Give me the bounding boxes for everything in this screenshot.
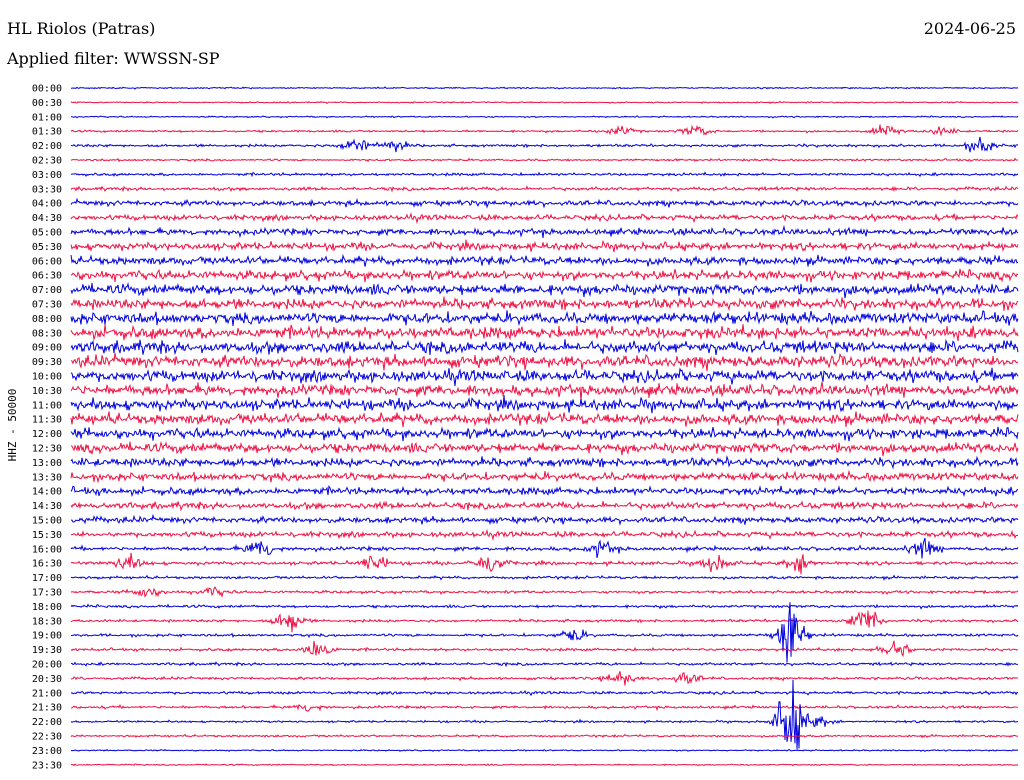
trace-line [70, 197, 1019, 209]
trace-line [70, 733, 1019, 739]
trace-time-label: 21:30 [32, 703, 62, 714]
trace-time-label: 10:30 [32, 386, 62, 397]
trace-line [70, 309, 1019, 327]
trace-time-label: 03:00 [32, 170, 62, 181]
trace-time-label: 23:30 [32, 760, 62, 771]
trace-time-label: 05:30 [32, 242, 62, 253]
trace-line [71, 86, 1019, 90]
trace-line [70, 171, 1019, 178]
trace-time-label: 18:00 [32, 602, 62, 613]
trace-line [70, 268, 1019, 283]
trace-time-label: 15:30 [32, 530, 62, 541]
trace-line [70, 282, 1019, 299]
trace-line [70, 469, 1019, 484]
trace-time-label: 11:00 [32, 400, 62, 411]
trace-time-label: 17:00 [32, 573, 62, 584]
trace-time-label: 16:00 [32, 544, 62, 555]
trace-time-label: 07:00 [32, 285, 62, 296]
trace-line [70, 748, 1019, 753]
trace-time-label: 14:30 [32, 501, 62, 512]
trace-line [70, 586, 1019, 599]
trace-line [70, 115, 1019, 119]
trace-line [70, 679, 1019, 750]
channel-axis-label: HHZ - 50000 [6, 389, 19, 462]
trace-time-label: 04:00 [32, 199, 62, 210]
trace-time-label: 19:00 [32, 631, 62, 642]
trace-time-label: 22:30 [32, 732, 62, 743]
trace-line [70, 239, 1019, 253]
trace-time-label: 08:30 [32, 328, 62, 339]
trace-line [70, 212, 1019, 225]
trace-time-label: 03:30 [32, 184, 62, 195]
trace-line [70, 552, 1019, 575]
trace-time-label: 12:30 [32, 444, 62, 455]
trace-time-label: 19:30 [32, 645, 62, 656]
trace-time-label: 20:00 [32, 660, 62, 671]
trace-line [70, 426, 1019, 442]
trace-line [70, 703, 1019, 712]
trace-line [70, 100, 1019, 105]
trace-line [71, 513, 1019, 526]
trace-time-label: 00:30 [32, 98, 62, 109]
trace-time-label: 17:30 [32, 588, 62, 599]
trace-line [70, 136, 1019, 153]
trace-time-label: 11:30 [32, 415, 62, 426]
trace-line [70, 324, 1019, 342]
trace-time-label: 13:00 [32, 458, 62, 469]
trace-line [70, 537, 1019, 559]
trace-time-label: 04:30 [32, 213, 62, 224]
trace-time-label: 14:00 [32, 487, 62, 498]
trace-line [70, 185, 1019, 193]
trace-time-label: 05:00 [32, 228, 62, 239]
trace-time-label: 20:30 [32, 674, 62, 685]
trace-time-label: 06:00 [32, 256, 62, 267]
trace-line [70, 610, 1019, 633]
trace-line [70, 440, 1019, 457]
trace-line [70, 640, 1019, 658]
trace-time-label: 15:00 [32, 516, 62, 527]
trace-time-label: 18:30 [32, 616, 62, 627]
trace-line [70, 574, 1019, 581]
trace-line [70, 528, 1019, 542]
trace-line [70, 500, 1019, 512]
trace-time-label: 00:00 [32, 84, 62, 95]
trace-time-label: 09:00 [32, 343, 62, 354]
trace-line [70, 124, 1019, 137]
trace-line [70, 338, 1019, 356]
trace-time-label: 23:00 [32, 746, 62, 757]
trace-line [70, 367, 1019, 387]
trace-time-label: 13:30 [32, 472, 62, 483]
trace-time-label: 22:00 [32, 717, 62, 728]
trace-time-label: 12:00 [32, 429, 62, 440]
trace-line [70, 410, 1019, 427]
trace-line [70, 253, 1019, 267]
trace-line [70, 602, 1019, 663]
trace-time-label: 06:30 [32, 271, 62, 282]
trace-time-label: 10:00 [32, 372, 62, 383]
trace-time-label: 16:30 [32, 559, 62, 570]
trace-line [70, 352, 1019, 372]
trace-line [70, 395, 1018, 414]
trace-line [70, 454, 1019, 470]
trace-line [70, 689, 1019, 697]
trace-line [70, 661, 1019, 668]
trace-line [70, 381, 1019, 401]
trace-time-label: 07:30 [32, 300, 62, 311]
trace-line [70, 157, 1019, 163]
trace-time-label: 21:00 [32, 688, 62, 699]
trace-line [70, 671, 1018, 686]
trace-line [70, 484, 1019, 498]
seismogram-chart: HHZ - 50000 00:00 00:30 01:00 01:30 02:00 02:… [6, 84, 1019, 771]
trace-time-label: 01:30 [32, 127, 62, 138]
trace-time-label: 01:00 [32, 112, 62, 123]
trace-line [70, 763, 1019, 767]
trace-time-label: 08:00 [32, 314, 62, 325]
trace-line [70, 296, 1019, 312]
trace-time-label: 02:30 [32, 156, 62, 167]
trace-line [70, 224, 1019, 239]
trace-time-label: 09:30 [32, 357, 62, 368]
trace-time-label: 02:00 [32, 141, 62, 152]
trace-line [70, 603, 1019, 610]
